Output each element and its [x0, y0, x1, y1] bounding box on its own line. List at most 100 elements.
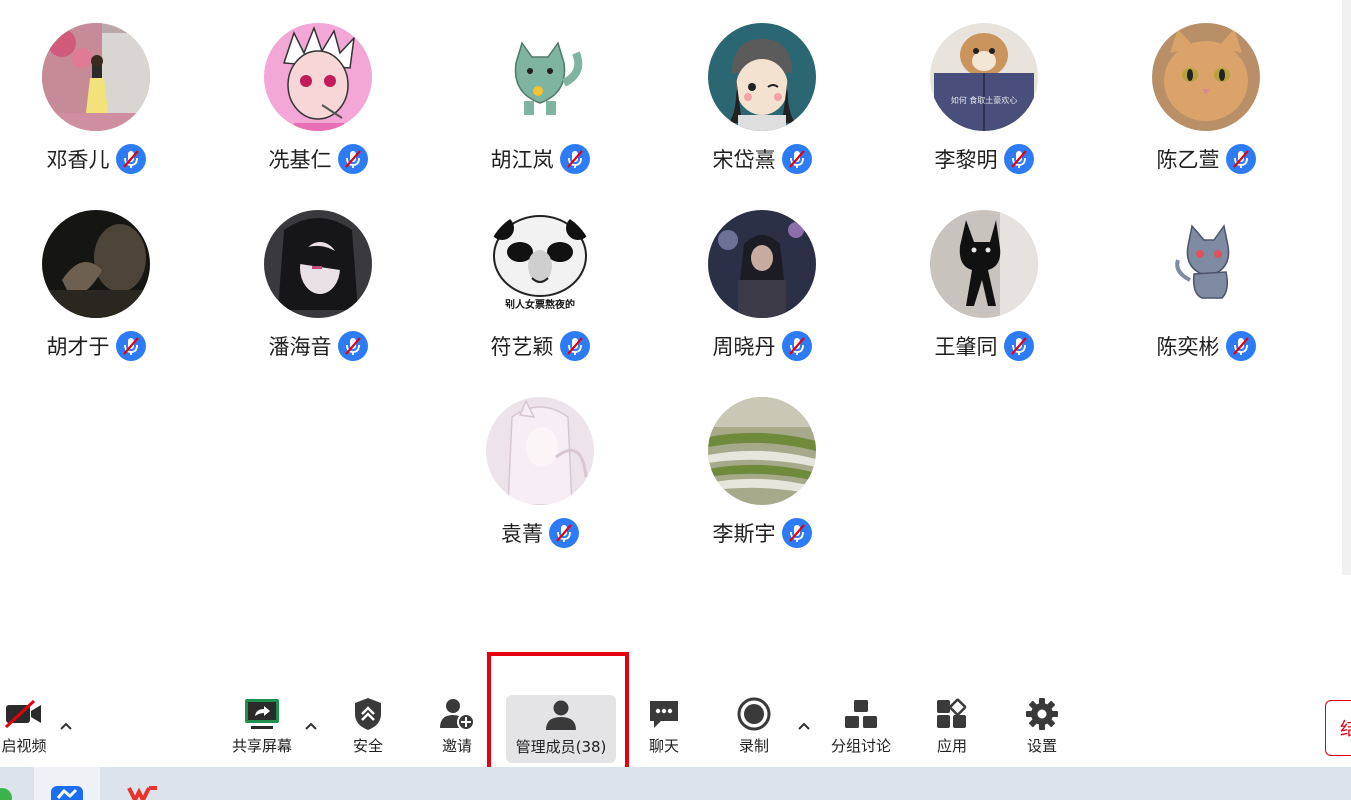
participant-tile[interactable]: 胡才于	[0, 210, 222, 380]
security-label: 安全	[352, 737, 383, 755]
highlight-box	[487, 652, 629, 773]
avatar-caption: 如何 食取土豪欢心	[950, 96, 1018, 105]
chat-label: 聊天	[648, 737, 679, 755]
avatar	[708, 23, 816, 131]
share-screen-button[interactable]: 共享屏幕	[226, 694, 298, 762]
participant-name-row: 潘海音	[222, 330, 414, 362]
invite-button[interactable]: 邀请	[427, 694, 487, 762]
participant-name: 李黎明	[934, 148, 998, 172]
avatar	[486, 397, 594, 505]
participant-name: 胡才于	[46, 335, 110, 359]
record-button[interactable]: 录制	[724, 694, 784, 762]
participant-tile[interactable]: 如何 食取土豪欢心李黎明	[888, 23, 1110, 193]
muted-mic-icon	[1225, 331, 1256, 361]
participant-grid: 邓香儿 冼基仁 胡江岚 宋岱熹 如何 食取土豪欢心 李黎明 陈乙萱 胡才于 潘海音 别人女票熬夜的…	[0, 0, 1340, 640]
breakout-rooms-button[interactable]: 分组讨论	[824, 694, 898, 762]
participant-tile[interactable]: 陈奕彬	[1110, 210, 1332, 380]
breakout-rooms-label: 分组讨论	[830, 737, 891, 755]
muted-mic-icon	[115, 331, 146, 361]
participant-name-row: 周晓丹	[666, 330, 858, 362]
participant-name: 邓香儿	[46, 148, 110, 172]
avatar: 别人女票熬夜的	[486, 210, 594, 318]
participant-name: 胡江岚	[490, 148, 554, 172]
participant-name-row: 胡才于	[0, 330, 192, 362]
breakout-icon	[843, 694, 879, 734]
participant-name: 周晓丹	[712, 335, 776, 359]
muted-mic-icon	[115, 144, 146, 174]
participant-name: 符艺颖	[490, 335, 554, 359]
apps-button[interactable]: 应用	[922, 694, 982, 762]
add-user-icon	[439, 694, 475, 734]
avatar	[42, 23, 150, 131]
muted-mic-icon	[1225, 144, 1256, 174]
participant-tile[interactable]: 袁菁	[444, 397, 666, 567]
avatar-caption: 别人女票熬夜的	[505, 300, 575, 311]
participant-tile[interactable]: 王肇同	[888, 210, 1110, 380]
muted-mic-icon	[549, 518, 579, 548]
settings-button[interactable]: 设置	[1012, 694, 1072, 762]
participant-tile[interactable]: 李斯宇	[666, 397, 888, 567]
participant-tile[interactable]: 胡江岚	[444, 23, 666, 193]
participant-tile[interactable]: 陈乙萱	[1110, 23, 1332, 193]
participant-name-row: 冼基仁	[222, 143, 414, 175]
participant-name-row: 宋岱熹	[666, 143, 858, 175]
participant-name-row: 王肇同	[888, 330, 1080, 362]
avatar	[708, 397, 816, 505]
muted-mic-icon	[559, 331, 590, 361]
gear-icon	[1024, 694, 1060, 734]
settings-label: 设置	[1026, 737, 1057, 755]
wechat-taskbar-icon[interactable]	[0, 767, 14, 800]
video-off-icon	[4, 694, 44, 734]
participant-tile[interactable]: 周晓丹	[666, 210, 888, 380]
apps-label: 应用	[936, 737, 967, 755]
participant-name-row: 胡江岚	[444, 143, 636, 175]
participant-tile[interactable]: 宋岱熹	[666, 23, 888, 193]
meeting-app-taskbar-icon[interactable]	[34, 767, 100, 800]
participant-name: 陈奕彬	[1156, 335, 1220, 359]
invite-label: 邀请	[441, 737, 472, 755]
scrollbar[interactable]	[1342, 0, 1351, 575]
avatar	[42, 210, 150, 318]
participant-tile[interactable]: 别人女票熬夜的符艺颖	[444, 210, 666, 380]
share-screen-label: 共享屏幕	[231, 737, 292, 755]
os-taskbar	[0, 767, 1351, 800]
record-icon	[736, 694, 772, 734]
record-label: 录制	[738, 737, 769, 755]
wps-taskbar-icon[interactable]	[118, 767, 168, 800]
start-video-button[interactable]: 启视频	[0, 694, 54, 762]
muted-mic-icon	[337, 331, 368, 361]
muted-mic-icon	[337, 144, 368, 174]
avatar	[1152, 210, 1260, 318]
share-screen-icon	[243, 694, 281, 734]
participant-tile[interactable]: 冼基仁	[222, 23, 444, 193]
muted-mic-icon	[781, 331, 812, 361]
record-options-caret[interactable]	[794, 716, 814, 736]
participant-name-row: 陈乙萱	[1110, 143, 1302, 175]
participant-name: 潘海音	[268, 335, 332, 359]
participant-name: 王肇同	[934, 335, 998, 359]
security-button[interactable]: 安全	[338, 694, 398, 762]
muted-mic-icon	[559, 144, 590, 174]
muted-mic-icon	[1003, 331, 1034, 361]
participant-name: 冼基仁	[268, 148, 332, 172]
end-meeting-button[interactable]: 结	[1325, 700, 1351, 756]
participant-tile[interactable]: 潘海音	[222, 210, 444, 380]
avatar	[486, 23, 594, 131]
avatar: 如何 食取土豪欢心	[930, 23, 1038, 131]
participant-name: 李斯宇	[712, 522, 776, 546]
end-meeting-label: 结	[1340, 719, 1351, 740]
participant-name-row: 袁菁	[444, 517, 636, 549]
participant-name-row: 陈奕彬	[1110, 330, 1302, 362]
avatar	[264, 23, 372, 131]
avatar	[1152, 23, 1260, 131]
participant-tile[interactable]: 邓香儿	[0, 23, 222, 193]
video-options-caret[interactable]	[56, 716, 76, 736]
chat-icon	[647, 694, 681, 734]
participant-name-row: 李黎明	[888, 143, 1080, 175]
muted-mic-icon	[1003, 144, 1034, 174]
chat-button[interactable]: 聊天	[634, 694, 694, 762]
share-options-caret[interactable]	[301, 716, 321, 736]
muted-mic-icon	[781, 144, 812, 174]
participant-name: 袁菁	[501, 522, 543, 546]
avatar	[264, 210, 372, 318]
